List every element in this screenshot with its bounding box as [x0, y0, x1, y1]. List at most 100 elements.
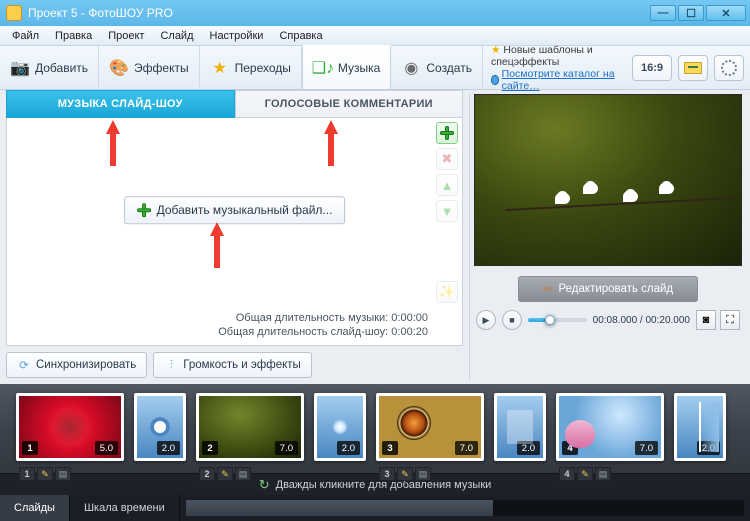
slide-duration: 7.0 — [635, 441, 658, 455]
slide-index-tag: 3 — [379, 467, 395, 481]
volume-effects-label: Громкость и эффекты — [183, 359, 301, 371]
sync-button[interactable]: ⟳Синхронизировать — [6, 352, 147, 378]
edit-tag[interactable]: ✎ — [577, 467, 593, 481]
slide-number: 2 — [202, 441, 218, 455]
footer-tab-slides-label: Слайды — [14, 502, 55, 514]
settings-button[interactable] — [714, 55, 744, 81]
slide-duration: 7.0 — [455, 441, 478, 455]
slide-thumb[interactable]: 4 7.0 — [556, 393, 664, 461]
play-button[interactable]: ▶ — [476, 310, 496, 330]
edit-slide-button[interactable]: ✎Редактировать слайд — [518, 276, 698, 302]
edit-tag[interactable]: ✎ — [217, 467, 233, 481]
refresh-icon: ↻ — [259, 477, 270, 493]
tab-voice-comments[interactable]: ГОЛОСОВЫЕ КОММЕНТАРИИ — [235, 90, 464, 118]
add-music-file-label: Добавить музыкальный файл... — [157, 203, 333, 217]
preview-viewport[interactable] — [474, 94, 742, 266]
arrow-up-icon: ▲ — [441, 178, 454, 193]
transition-thumb[interactable]: 2.0 — [494, 393, 546, 461]
timeline-strip: 1 5.0 1✎▤ 2.0 2 7.0 2✎▤ 2.0 3 7.0 3✎▤ 2.… — [0, 384, 750, 495]
window-minimize-button[interactable]: ― — [650, 5, 676, 21]
globe-icon — [491, 75, 499, 85]
add-track-button[interactable] — [436, 122, 458, 144]
star-icon: ★ — [491, 44, 500, 56]
total-show-value: 0:00:20 — [391, 326, 428, 338]
menu-file[interactable]: Файл — [4, 28, 47, 44]
play-icon: ▶ — [483, 315, 490, 326]
slide-number: 3 — [382, 441, 398, 455]
slide-thumb[interactable]: 2 7.0 — [196, 393, 304, 461]
music-note-icon: ❑♪ — [313, 58, 333, 78]
edit-tag[interactable]: ✎ — [37, 467, 53, 481]
slide-number: 1 — [22, 441, 38, 455]
move-up-button[interactable]: ▲ — [436, 174, 458, 196]
move-down-button[interactable]: ▼ — [436, 200, 458, 222]
volume-effects-button[interactable]: ⫶ Громкость и эффекты — [153, 352, 312, 378]
layer-tag[interactable]: ▤ — [235, 467, 251, 481]
transition-thumb[interactable]: 2.0 — [314, 393, 366, 461]
menu-edit[interactable]: Правка — [47, 28, 100, 44]
window-close-button[interactable]: ✕ — [706, 5, 746, 21]
arrow-down-icon: ▼ — [441, 204, 454, 219]
plus-icon — [137, 203, 151, 217]
fullscreen-button[interactable]: ⛶ — [720, 310, 740, 330]
promo-area: ★Новые шаблоны и спецэффекты Посмотрите … — [489, 42, 626, 94]
seek-thumb[interactable] — [545, 315, 555, 325]
preview-image — [475, 95, 741, 265]
tab-slideshow-music-label: МУЗЫКА СЛАЙД-ШОУ — [58, 98, 183, 110]
layer-tag[interactable]: ▤ — [595, 467, 611, 481]
slide-thumb[interactable]: 1 5.0 — [16, 393, 124, 461]
left-panel: МУЗЫКА СЛАЙД-ШОУ ГОЛОСОВЫЕ КОММЕНТАРИИ ✖… — [0, 90, 469, 384]
gear-icon — [721, 60, 737, 76]
transition-thumb[interactable]: 2.0 — [674, 393, 726, 461]
stop-button[interactable]: ■ — [502, 310, 522, 330]
music-track-row[interactable]: ↻ Дважды кликните для добавления музыки — [0, 473, 750, 495]
add-music-file-button[interactable]: Добавить музыкальный файл... — [124, 196, 346, 224]
tab-voice-comments-label: ГОЛОСОВЫЕ КОММЕНТАРИИ — [265, 98, 433, 110]
music-tabs: МУЗЫКА СЛАЙД-ШОУ ГОЛОСОВЫЕ КОММЕНТАРИИ — [6, 90, 463, 118]
window-maximize-button[interactable]: ☐ — [678, 5, 704, 21]
menu-help[interactable]: Справка — [271, 28, 330, 44]
toolbar-transitions-label: Переходы — [235, 61, 291, 75]
music-panel: ✖ ▲ ▼ Добавить музыкальный файл... ✨ — [6, 118, 463, 346]
menu-slide[interactable]: Слайд — [152, 28, 201, 44]
thumbnail-row[interactable]: 1 5.0 1✎▤ 2.0 2 7.0 2✎▤ 2.0 3 7.0 3✎▤ 2.… — [0, 384, 750, 473]
scroll-track[interactable] — [186, 500, 744, 516]
player-bar: ▶ ■ 00:08.000 / 00:20.000 ◙ ⛶ — [474, 308, 742, 330]
footer-tab-timeline[interactable]: Шкала времени — [70, 495, 180, 521]
tutorial-arrow — [105, 120, 121, 166]
star-icon: ★ — [210, 58, 230, 78]
toolbar-transitions[interactable]: ★ Переходы — [200, 46, 302, 89]
seek-bar[interactable] — [528, 318, 587, 322]
menu-settings[interactable]: Настройки — [202, 28, 272, 44]
toolbar-effects[interactable]: 🎨Эффекты — [99, 46, 200, 89]
plus-icon — [440, 126, 454, 140]
tab-slideshow-music[interactable]: МУЗЫКА СЛАЙД-ШОУ — [6, 90, 235, 118]
toolbar-add[interactable]: 📷Добавить — [0, 46, 99, 89]
remove-track-button[interactable]: ✖ — [436, 148, 458, 170]
magic-wand-button[interactable]: ✨ — [436, 281, 458, 303]
aspect-ratio-button[interactable]: 16:9 — [632, 55, 672, 81]
tutorial-arrow — [323, 120, 339, 166]
toolbar-music[interactable]: ❑♪Музыка — [302, 45, 391, 89]
camera-icon: 📷 — [10, 58, 30, 78]
layer-tag[interactable]: ▤ — [415, 467, 431, 481]
right-panel: ✎Редактировать слайд ▶ ■ 00:08.000 / 00:… — [470, 90, 750, 384]
transition-thumb[interactable]: 2.0 — [134, 393, 186, 461]
menu-project[interactable]: Проект — [100, 28, 152, 44]
theme-button[interactable] — [678, 55, 708, 81]
footer-bar: Слайды Шкала времени — [0, 495, 750, 521]
toolbar-create-label: Создать — [426, 61, 472, 75]
transition-duration: 2.0 — [697, 441, 720, 455]
toolbar-create[interactable]: ◉ Создать — [391, 46, 483, 89]
equalizer-icon: ⫶ — [164, 358, 178, 372]
footer-tab-slides[interactable]: Слайды — [0, 495, 70, 521]
slide-index-tag: 1 — [19, 467, 35, 481]
edit-tag[interactable]: ✎ — [397, 467, 413, 481]
x-icon: ✖ — [442, 151, 453, 167]
reel-icon: ◉ — [401, 58, 421, 78]
main-area: МУЗЫКА СЛАЙД-ШОУ ГОЛОСОВЫЕ КОММЕНТАРИИ ✖… — [0, 90, 750, 384]
promo-link[interactable]: Посмотрите каталог на сайте… — [491, 68, 620, 92]
slide-thumb[interactable]: 3 7.0 — [376, 393, 484, 461]
snapshot-button[interactable]: ◙ — [696, 310, 716, 330]
layer-tag[interactable]: ▤ — [55, 467, 71, 481]
